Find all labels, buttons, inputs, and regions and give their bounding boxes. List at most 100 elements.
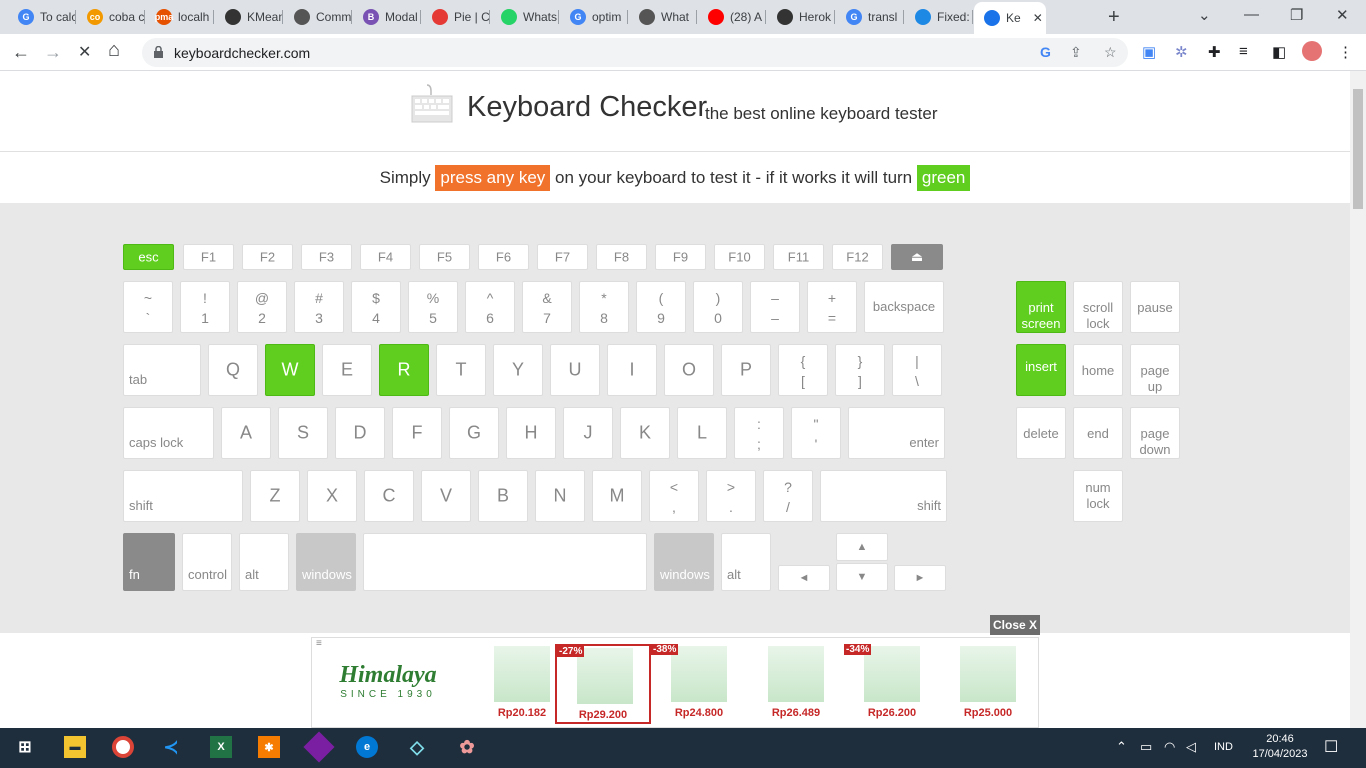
key-sym[interactable]: ⏏ — [891, 244, 943, 270]
share-icon[interactable]: ⇪ — [1070, 44, 1082, 61]
key-shift[interactable]: shift — [820, 470, 947, 522]
key-o[interactable]: O — [664, 344, 714, 396]
key-control[interactable]: control — [182, 533, 232, 591]
ad-banner[interactable]: ≡ Himalaya SINCE 1930 Rp20.182 -27% Rp29.2… — [311, 637, 1039, 728]
key-f5[interactable]: F5 — [419, 244, 470, 270]
tab-9[interactable]: What — [629, 4, 697, 30]
translate-extension-icon[interactable]: ▣ — [1142, 43, 1156, 61]
key-sym[interactable]: ▼ — [836, 563, 888, 591]
volume-icon[interactable]: ◁ — [1186, 739, 1196, 755]
key-sym[interactable]: {[ — [778, 344, 828, 396]
key-s[interactable]: S — [278, 407, 328, 459]
key-shift[interactable]: shift — [123, 470, 243, 522]
key-1[interactable]: ! 1 — [180, 281, 230, 333]
key-d[interactable]: D — [335, 407, 385, 459]
key-m[interactable]: M — [592, 470, 642, 522]
key-home[interactable]: home — [1073, 344, 1123, 396]
tab-11[interactable]: Herok — [767, 4, 835, 30]
key-sym[interactable]: ► — [894, 565, 946, 591]
key-sym[interactable]: + = — [807, 281, 857, 333]
tab-6[interactable]: Pie | C — [422, 4, 490, 30]
back-icon[interactable]: ← — [12, 42, 30, 63]
key-windows[interactable]: windows — [654, 533, 714, 591]
key-sym[interactable]: ◄ — [778, 565, 830, 591]
key-g[interactable]: G — [449, 407, 499, 459]
key-f7[interactable]: F7 — [537, 244, 588, 270]
key-4[interactable]: $4 — [351, 281, 401, 333]
battery-icon[interactable]: ▭ — [1140, 739, 1152, 755]
key-caps-lock[interactable]: caps lock — [123, 407, 214, 459]
notification-icon[interactable]: ☐ — [1324, 737, 1338, 757]
key-f9[interactable]: F9 — [655, 244, 706, 270]
key-pause[interactable]: pause — [1130, 281, 1180, 333]
tab-2[interactable]: pma localh — [146, 4, 214, 30]
xampp-icon[interactable]: ✱ — [258, 736, 280, 758]
key-fn[interactable]: fn — [123, 533, 175, 591]
new-tab-button[interactable]: + — [1108, 6, 1120, 29]
close-ad-button[interactable]: Close X — [990, 615, 1041, 635]
key-f3[interactable]: F3 — [301, 244, 352, 270]
key-v[interactable]: V — [421, 470, 471, 522]
key-z[interactable]: Z — [250, 470, 300, 522]
key-f2[interactable]: F2 — [242, 244, 293, 270]
tab-3[interactable]: KMean — [215, 4, 283, 30]
taskbar-clock[interactable]: 20:46 17/04/2023 — [1248, 732, 1312, 762]
key-sym[interactable]: ~ ` — [123, 281, 173, 333]
key-delete[interactable]: delete — [1016, 407, 1066, 459]
forward-icon[interactable]: → — [44, 42, 62, 63]
key-3[interactable]: #3 — [294, 281, 344, 333]
key-w[interactable]: W — [265, 344, 315, 396]
key-f12[interactable]: F12 — [832, 244, 883, 270]
key-sym[interactable]: ▲ — [836, 533, 888, 561]
tab-13[interactable]: Fixed: — [905, 4, 973, 30]
side-panel-icon[interactable]: ◧ — [1272, 43, 1286, 61]
key-enter[interactable]: enter — [848, 407, 945, 459]
key-5[interactable]: % 5 — [408, 281, 458, 333]
profile-avatar[interactable] — [1302, 41, 1322, 61]
google-lens-icon[interactable]: G — [1040, 44, 1051, 60]
key-b[interactable]: B — [478, 470, 528, 522]
tab-4[interactable]: Comm — [284, 4, 352, 30]
tab-12[interactable]: Gtransl — [836, 4, 904, 30]
vscode-icon[interactable]: ≺ — [160, 736, 182, 758]
key-esc[interactable]: esc — [123, 244, 174, 270]
ad-menu-icon[interactable]: ≡ — [316, 638, 322, 649]
key-insert[interactable]: insert — [1016, 344, 1066, 396]
key-j[interactable]: J — [563, 407, 613, 459]
key-f10[interactable]: F10 — [714, 244, 765, 270]
key-k[interactable]: K — [620, 407, 670, 459]
key-n[interactable]: N — [535, 470, 585, 522]
key-key[interactable] — [363, 533, 647, 591]
product-card[interactable]: -38% Rp24.800 — [651, 644, 747, 724]
key-f11[interactable]: F11 — [773, 244, 824, 270]
tab-close-icon[interactable]: ✕ — [1033, 11, 1043, 25]
product-card[interactable]: -34% Rp26.200 — [844, 644, 940, 724]
page-scrollbar[interactable] — [1350, 71, 1366, 728]
key-8[interactable]: * 8 — [579, 281, 629, 333]
key-u[interactable]: U — [550, 344, 600, 396]
chrome-icon[interactable] — [112, 736, 134, 758]
key-9[interactable]: (9 — [636, 281, 686, 333]
key-r[interactable]: R — [379, 344, 429, 396]
tab-5[interactable]: B Modal — [353, 4, 421, 30]
minimize-button[interactable]: — — [1244, 6, 1259, 23]
tab-0[interactable]: G To calc — [8, 4, 76, 30]
brand-logo[interactable]: Himalaya SINCE 1930 — [334, 662, 442, 700]
key-print-screen[interactable]: print screen — [1016, 281, 1066, 333]
key-f8[interactable]: F8 — [596, 244, 647, 270]
key-sym[interactable]: :; — [734, 407, 784, 459]
key-windows[interactable]: windows — [296, 533, 356, 591]
home-icon[interactable]: ⌂ — [108, 39, 120, 62]
key-sym[interactable]: }] — [835, 344, 885, 396]
settings-extension-icon[interactable]: ✲ — [1175, 43, 1188, 61]
key-6[interactable]: ^ 6 — [465, 281, 515, 333]
key-0[interactable]: ) 0 — [693, 281, 743, 333]
file-explorer-icon[interactable]: ▬ — [64, 736, 86, 758]
notes-icon[interactable]: ◇ — [406, 736, 428, 758]
start-icon[interactable]: ⊞ — [14, 736, 36, 758]
excel-icon[interactable]: X — [210, 736, 232, 758]
maximize-button[interactable]: ❐ — [1290, 6, 1303, 24]
key-backspace[interactable]: backspace — [864, 281, 944, 333]
key-tab[interactable]: tab — [123, 344, 201, 396]
key-a[interactable]: A — [221, 407, 271, 459]
